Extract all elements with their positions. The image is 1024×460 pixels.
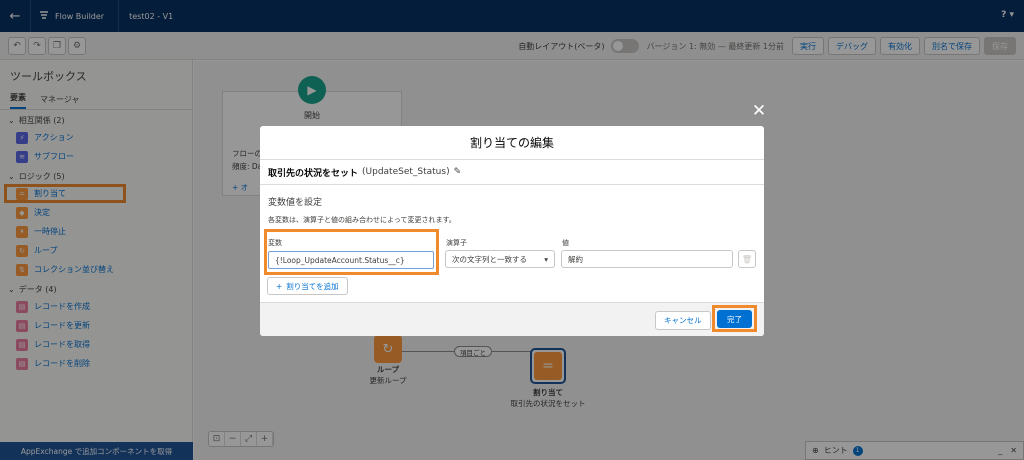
modal-title: 割り当ての編集 xyxy=(260,126,764,160)
element-label: 取引先の状況をセット xyxy=(268,168,359,179)
element-api-name: (UpdateSet_Status) xyxy=(362,167,450,177)
value-input[interactable]: 解約 xyxy=(561,250,733,268)
section-title: 変数値を設定 xyxy=(268,198,323,208)
add-assignment-button[interactable]: + 割り当てを追加 xyxy=(267,277,348,295)
operator-value: 次の文字列と一致する xyxy=(452,254,527,264)
plus-icon: + xyxy=(276,281,283,291)
operator-label: 演算子 xyxy=(446,239,467,247)
delete-icon[interactable]: 🗑 xyxy=(738,250,756,268)
variable-input[interactable]: {!Loop_UpdateAccount.Status__c} xyxy=(268,251,434,269)
pencil-icon[interactable]: ✎ xyxy=(454,167,462,177)
operator-select[interactable]: 次の文字列と一致する ▾ xyxy=(445,250,555,268)
element-name-row: 取引先の状況をセット (UpdateSet_Status) ✎ xyxy=(260,160,764,185)
section-description: 各変数は、演算子と値の組み合わせによって変更されます。 xyxy=(268,216,456,224)
cancel-button[interactable]: キャンセル xyxy=(655,311,711,330)
close-icon[interactable]: ✕ xyxy=(750,102,768,120)
done-button[interactable]: 完了 xyxy=(717,310,752,328)
value-label: 値 xyxy=(562,239,569,247)
variable-label: 変数 xyxy=(268,239,282,247)
chevron-down-icon: ▾ xyxy=(544,254,548,264)
add-assignment-label: 割り当てを追加 xyxy=(286,281,339,291)
